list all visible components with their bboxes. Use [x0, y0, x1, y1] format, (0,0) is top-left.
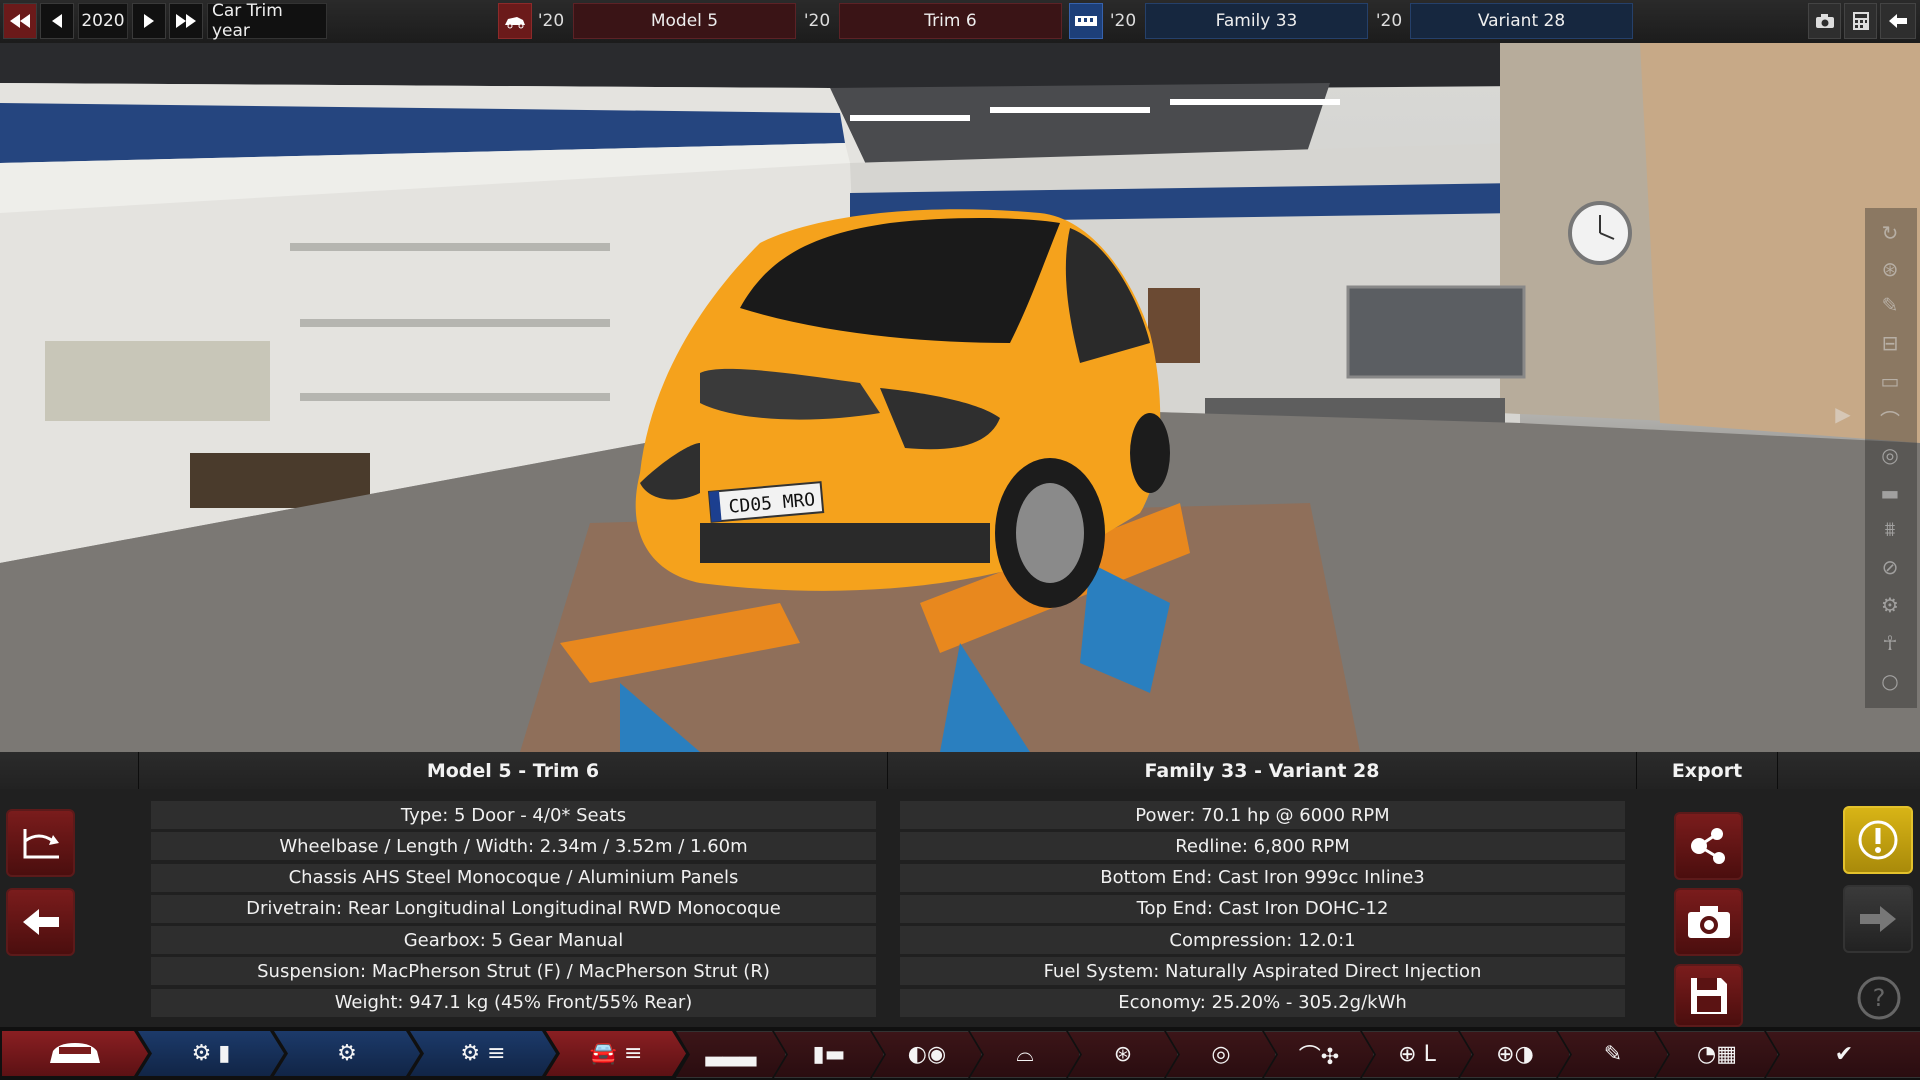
engine-header: Family 33 - Variant 28 [888, 752, 1637, 789]
chassis-icon[interactable]: ⊟ [1875, 328, 1905, 358]
side-expand-icon[interactable]: ▶ [1828, 399, 1858, 429]
engine-family-tab-icon[interactable]: ⚙ ▮ [138, 1031, 284, 1076]
trim-spec-row: Gearbox: 5 Gear Manual [151, 926, 876, 955]
year-display[interactable]: 2020 [78, 3, 128, 39]
suspension-geometry-button[interactable] [6, 809, 75, 877]
warning-button[interactable] [1843, 806, 1913, 874]
skip-back-icon[interactable] [3, 3, 37, 39]
variant-year: '20 [1375, 11, 1403, 31]
circle-icon[interactable]: ○ [1875, 666, 1905, 696]
paint-icon[interactable]: ✎ [1875, 290, 1905, 320]
next-button[interactable] [1843, 885, 1913, 953]
rims-tab-icon[interactable]: ⊕◑ [1460, 1031, 1570, 1078]
share-icon [1690, 828, 1725, 864]
test-track-tab-icon[interactable]: ◔▦ [1656, 1031, 1778, 1078]
engine-tune-tab-icon[interactable]: ⚙ ≡ [410, 1031, 556, 1076]
roof-icon[interactable]: ⌒ [1875, 404, 1905, 434]
lights-icon[interactable]: ◎ [1875, 440, 1905, 470]
trim-spec-column: Type: 5 Door - 4/0* Seats Wheelbase / Le… [139, 789, 889, 1027]
camera-icon [1687, 906, 1730, 938]
aero-tab-icon[interactable]: ⌒✣ [1264, 1031, 1374, 1078]
trim-spec-row: Chassis AHS Steel Monocoque / Aluminium … [151, 863, 876, 892]
calculator-icon[interactable] [1844, 3, 1877, 39]
engine-spec-list: Power: 70.1 hp @ 6000 RPM Redline: 6,800… [900, 801, 1625, 1020]
export-column [1637, 789, 1779, 1027]
engine-spec-row: Power: 70.1 hp @ 6000 RPM [900, 801, 1625, 829]
back-button[interactable] [6, 888, 75, 956]
info-panel: Model 5 - Trim 6 Type: 5 Door - 4/0* Sea… [0, 752, 1920, 1027]
trim-spec-row: Weight: 947.1 kg (45% Front/55% Rear) [151, 988, 876, 1017]
engine-spec-row: Economy: 25.20% - 305.2g/kWh [900, 988, 1625, 1017]
camera-icon[interactable] [1808, 3, 1841, 39]
left-arrow-icon [22, 909, 59, 935]
engine-spec-row: Bottom End: Cast Iron 999cc Inline3 [900, 863, 1625, 892]
trim-spec-row: Drivetrain: Rear Longitudinal Longitudin… [151, 894, 876, 923]
variant-selector[interactable]: Variant 28 [1410, 3, 1633, 39]
brakes-tab-icon[interactable]: ◎ [1166, 1031, 1276, 1078]
car-model-tab-icon[interactable]: 🚘 ≡ [546, 1031, 686, 1076]
car-tab-icon[interactable] [2, 1031, 148, 1076]
model-selector[interactable]: Model 5 [573, 3, 796, 39]
right-header [1778, 752, 1920, 789]
headlight-tab-icon[interactable]: ◐◉ [872, 1031, 982, 1078]
bumper-icon[interactable]: ▬ [1875, 478, 1905, 508]
export-header: Export [1637, 752, 1778, 789]
wheel-icon[interactable]: ⊛ [1875, 254, 1905, 284]
help-icon[interactable]: ? [1856, 975, 1902, 1021]
screenshot-button[interactable] [1674, 888, 1743, 956]
engine-block-icon[interactable] [1069, 3, 1103, 39]
suspension-tab-icon[interactable]: ⌓ [970, 1031, 1080, 1078]
body-tab-icon[interactable]: ▃▃▃ [676, 1031, 786, 1078]
left-column [0, 789, 140, 1027]
interior-tab-icon[interactable]: ⊕ L [1362, 1031, 1472, 1078]
next-icon[interactable] [132, 3, 166, 39]
engine-spec-row: Redline: 6,800 RPM [900, 832, 1625, 861]
designer-tab-strip: ⚙ ▮ ⚙ ⚙ ≡ 🚘 ≡ ▃▃▃ ▮▬ ◐◉ ⌓ ⊛ ◎ ⌒✣ ⊕ L ⊕◑ … [0, 1027, 1920, 1080]
engine-spec-row: Fuel System: Naturally Aspirated Direct … [900, 957, 1625, 986]
floppy-disk-icon [1690, 977, 1727, 1014]
model-year: '20 [537, 11, 565, 31]
settings-icon[interactable]: ⚙ [1875, 590, 1905, 620]
save-button[interactable] [1674, 964, 1743, 1027]
share-button[interactable] [1674, 812, 1743, 880]
panel-icon[interactable]: ▭ [1875, 366, 1905, 396]
wheels-tab-icon[interactable]: ⊛ [1068, 1031, 1178, 1078]
year-label: Car Trim year [207, 1, 327, 41]
paint-tab-icon[interactable]: ✎ [1558, 1031, 1668, 1078]
engine-spec-row: Top End: Cast Iron DOHC-12 [900, 894, 1625, 923]
family-selector[interactable]: Family 33 [1145, 3, 1368, 39]
engine-variant-tab-icon[interactable]: ⚙ [274, 1031, 420, 1076]
garage-viewport[interactable]: CD05 MRO ↻ ⊛ ✎ ⊟ ▭ ⌒ ◎ ▬ ⩩ ⊘ ⚙ ☥ ○ ▶ [0, 43, 1920, 752]
view-tools-strip: ↻ ⊛ ✎ ⊟ ▭ ⌒ ◎ ▬ ⩩ ⊘ ⚙ ☥ ○ [1865, 208, 1917, 708]
family-year: '20 [1109, 11, 1137, 31]
brake-icon[interactable]: ⊘ [1875, 552, 1905, 582]
trim-year: '20 [803, 11, 831, 31]
trim-header: Model 5 - Trim 6 [139, 752, 888, 789]
garage-render [0, 43, 1920, 752]
person-icon[interactable]: ☥ [1875, 628, 1905, 658]
svg-text:?: ? [1873, 984, 1886, 1012]
left-header [0, 752, 139, 789]
trim-spec-list: Type: 5 Door - 4/0* Seats Wheelbase / Le… [151, 801, 876, 1020]
chassis-tab-icon[interactable]: ▮▬ [774, 1031, 884, 1078]
axis-icon [23, 829, 59, 859]
top-toolbar: 2020 Car Trim year '20 Model 5 '20 Trim … [0, 0, 1920, 44]
finish-tab-icon[interactable]: ✔ [1766, 1031, 1920, 1078]
fast-forward-icon[interactable] [169, 3, 203, 39]
trim-spec-row: Wheelbase / Length / Width: 2.34m / 3.52… [151, 832, 876, 861]
suspension-icon[interactable]: ⩩ [1875, 514, 1905, 544]
engine-spec-column: Power: 70.1 hp @ 6000 RPM Redline: 6,800… [888, 789, 1638, 1027]
right-arrow-icon [1860, 906, 1896, 932]
right-column: ? [1778, 789, 1920, 1027]
back-arrow-icon[interactable] [1880, 3, 1916, 39]
rotate-icon[interactable]: ↻ [1875, 218, 1905, 248]
engine-spec-row: Compression: 12.0:1 [900, 926, 1625, 955]
car-body-icon[interactable] [498, 3, 532, 39]
trim-spec-row: Suspension: MacPherson Strut (F) / MacPh… [151, 957, 876, 986]
prev-icon[interactable] [40, 3, 74, 39]
trim-spec-row: Type: 5 Door - 4/0* Seats [151, 801, 876, 829]
warning-icon [1858, 820, 1898, 860]
trim-selector[interactable]: Trim 6 [839, 3, 1062, 39]
